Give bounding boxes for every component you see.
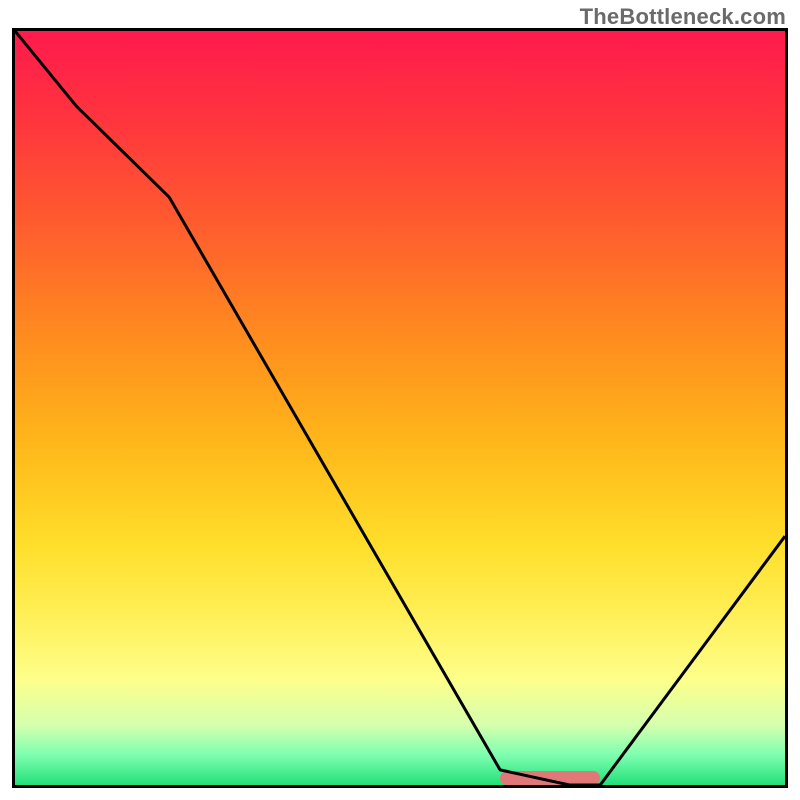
watermark-text: TheBottleneck.com (580, 4, 786, 30)
bottleneck-curve (15, 31, 785, 785)
chart-frame (12, 28, 788, 788)
curve-path (15, 31, 785, 785)
